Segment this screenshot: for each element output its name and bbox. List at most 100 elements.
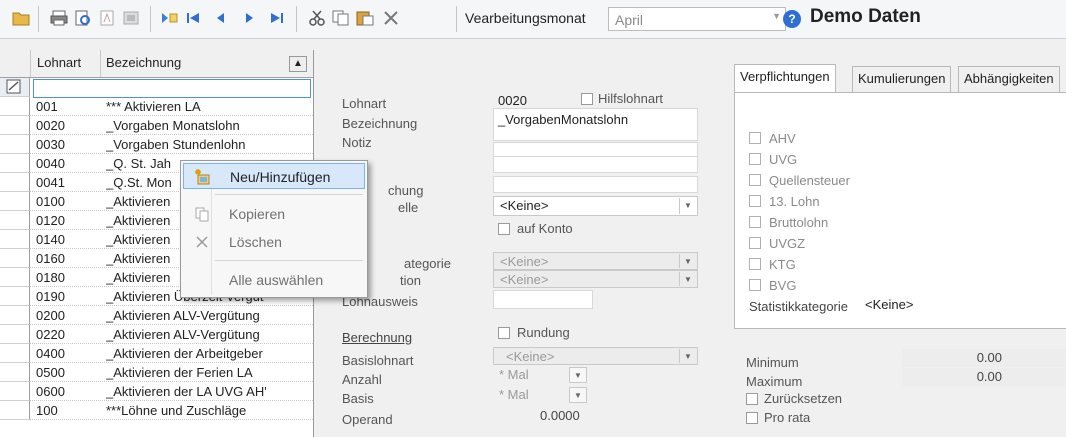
obligation-item[interactable]: UVG: [749, 152, 797, 167]
next-record-icon[interactable]: [240, 9, 258, 27]
cell-lohnart[interactable]: 0500: [36, 365, 65, 380]
last-record-icon[interactable]: [268, 9, 286, 27]
form-field[interactable]: [493, 156, 698, 173]
obligation-checkbox[interactable]: [749, 174, 761, 186]
table-row[interactable]: 0400 _Aktivieren der Arbeitgeber: [0, 344, 313, 363]
tab-verpflichtungen[interactable]: Verpflichtungen: [734, 64, 836, 92]
row-selector[interactable]: [0, 192, 30, 211]
table-row[interactable]: 100 ***Löhne und Zuschläge: [0, 401, 313, 420]
row-selector[interactable]: [0, 382, 30, 401]
statistik-value[interactable]: <Keine>: [865, 297, 913, 312]
open-folder-icon[interactable]: [12, 9, 30, 27]
cell-bezeichnung[interactable]: _Vorgaben Stundenlohn: [106, 137, 311, 152]
obligation-item[interactable]: UVGZ: [749, 236, 805, 251]
first-record-icon[interactable]: [184, 9, 202, 27]
obligation-item[interactable]: KTG: [749, 257, 796, 272]
lohnausweis-field[interactable]: [493, 290, 593, 309]
print-preview-icon[interactable]: [74, 9, 92, 27]
obligation-item[interactable]: BVG: [749, 278, 796, 293]
rundung-checkbox[interactable]: [498, 327, 510, 339]
cell-bezeichnung[interactable]: _Aktivieren ALV-Vergütung: [106, 308, 311, 323]
row-selector[interactable]: [0, 154, 30, 173]
cell-lohnart[interactable]: 0100: [36, 194, 65, 209]
table-row[interactable]: 001 *** Aktivieren LA: [0, 97, 313, 116]
row-selector[interactable]: [0, 78, 30, 97]
basislohnart-select[interactable]: <Keine> ▼: [493, 347, 698, 365]
cell-bezeichnung[interactable]: _Vorgaben Monatslohn: [106, 118, 311, 133]
row-selector[interactable]: [0, 249, 30, 268]
anzahl-select[interactable]: * Mal ▼: [493, 366, 588, 384]
cell-bezeichnung[interactable]: _Aktivieren der Arbeitgeber: [106, 346, 311, 361]
cell-lohnart[interactable]: 0400: [36, 346, 65, 361]
menu-item-select-all[interactable]: Alle auswählen: [183, 267, 365, 293]
row-selector[interactable]: [0, 306, 30, 325]
basis-select[interactable]: * Mal ▼: [493, 386, 588, 404]
minimum-field[interactable]: 0.00: [902, 349, 1066, 367]
cell-bezeichnung[interactable]: *** Aktivieren LA: [106, 99, 311, 114]
cell-lohnart[interactable]: 0190: [36, 289, 65, 304]
row-selector[interactable]: [0, 287, 30, 306]
cell-lohnart[interactable]: 0600: [36, 384, 65, 399]
obligation-checkbox[interactable]: [749, 132, 761, 144]
cut-icon[interactable]: [308, 9, 326, 27]
cell-lohnart[interactable]: 001: [36, 99, 58, 114]
obligation-item[interactable]: Bruttolohn: [749, 215, 828, 230]
export-icon[interactable]: [122, 9, 140, 27]
paste-icon[interactable]: [356, 9, 374, 27]
sort-up-icon[interactable]: ▲: [289, 56, 307, 72]
cell-lohnart[interactable]: 0200: [36, 308, 65, 323]
zuruecksetzen-checkbox[interactable]: [746, 393, 758, 405]
month-select[interactable]: April ▼: [608, 7, 786, 31]
cell-lohnart[interactable]: 0030: [36, 137, 65, 152]
new-row-editor[interactable]: [33, 79, 311, 98]
obligation-checkbox[interactable]: [749, 195, 761, 207]
obligation-checkbox[interactable]: [749, 237, 761, 249]
new-row[interactable]: [0, 78, 313, 98]
pro-rata-checkbox[interactable]: [746, 412, 758, 424]
help-icon[interactable]: ?: [783, 10, 801, 28]
row-selector[interactable]: [0, 344, 30, 363]
column-header-lohnart[interactable]: Lohnart: [37, 55, 81, 70]
tab-abhaengigkeiten[interactable]: Abhängigkeiten: [958, 66, 1060, 92]
tion-select[interactable]: <Keine> ▼: [493, 270, 698, 288]
menu-item-copy[interactable]: Kopieren: [183, 201, 365, 227]
row-selector[interactable]: [0, 135, 30, 154]
obligation-checkbox[interactable]: [749, 216, 761, 228]
row-selector[interactable]: [0, 116, 30, 135]
row-selector[interactable]: [0, 268, 30, 287]
menu-item-new[interactable]: Neu/Hinzufügen: [183, 163, 365, 189]
bezeichnung-field[interactable]: _VorgabenMonatslohn: [493, 108, 698, 141]
obligation-item[interactable]: Quellensteuer: [749, 173, 850, 188]
new-record-icon[interactable]: [160, 9, 178, 27]
cell-bezeichnung[interactable]: ***Löhne und Zuschläge: [106, 403, 311, 418]
row-selector[interactable]: [0, 401, 30, 420]
table-row[interactable]: 0220 _Aktivieren ALV-Vergütung: [0, 325, 313, 344]
obligation-checkbox[interactable]: [749, 258, 761, 270]
table-row[interactable]: 0200 _Aktivieren ALV-Vergütung: [0, 306, 313, 325]
copy-icon[interactable]: [332, 9, 350, 27]
print-icon[interactable]: [50, 9, 68, 27]
column-header-bezeichnung[interactable]: Bezeichnung: [106, 55, 181, 70]
cell-lohnart[interactable]: 0120: [36, 213, 65, 228]
obligation-item[interactable]: 13. Lohn: [749, 194, 820, 209]
row-selector[interactable]: [0, 363, 30, 382]
obligation-checkbox[interactable]: [749, 279, 761, 291]
cell-lohnart[interactable]: 0180: [36, 270, 65, 285]
menu-item-delete[interactable]: Löschen: [183, 229, 365, 255]
row-selector[interactable]: [0, 173, 30, 192]
kategorie-select[interactable]: <Keine> ▼: [493, 252, 698, 270]
table-row[interactable]: 0020 _Vorgaben Monatslohn: [0, 116, 313, 135]
obligation-checkbox[interactable]: [749, 153, 761, 165]
row-selector[interactable]: [0, 325, 30, 344]
previous-record-icon[interactable]: [212, 9, 230, 27]
hilfslohnart-checkbox[interactable]: [581, 93, 593, 105]
pdf-icon[interactable]: [98, 9, 116, 27]
cell-lohnart[interactable]: 0041: [36, 175, 65, 190]
row-selector[interactable]: [0, 97, 30, 116]
table-row[interactable]: 0500 _Aktivieren der Ferien LA: [0, 363, 313, 382]
maximum-field[interactable]: 0.00: [902, 368, 1066, 386]
delete-icon[interactable]: [382, 9, 400, 27]
auf-konto-checkbox[interactable]: [498, 223, 510, 235]
cell-lohnart[interactable]: 0040: [36, 156, 65, 171]
cell-bezeichnung[interactable]: _Aktivieren der Ferien LA: [106, 365, 311, 380]
